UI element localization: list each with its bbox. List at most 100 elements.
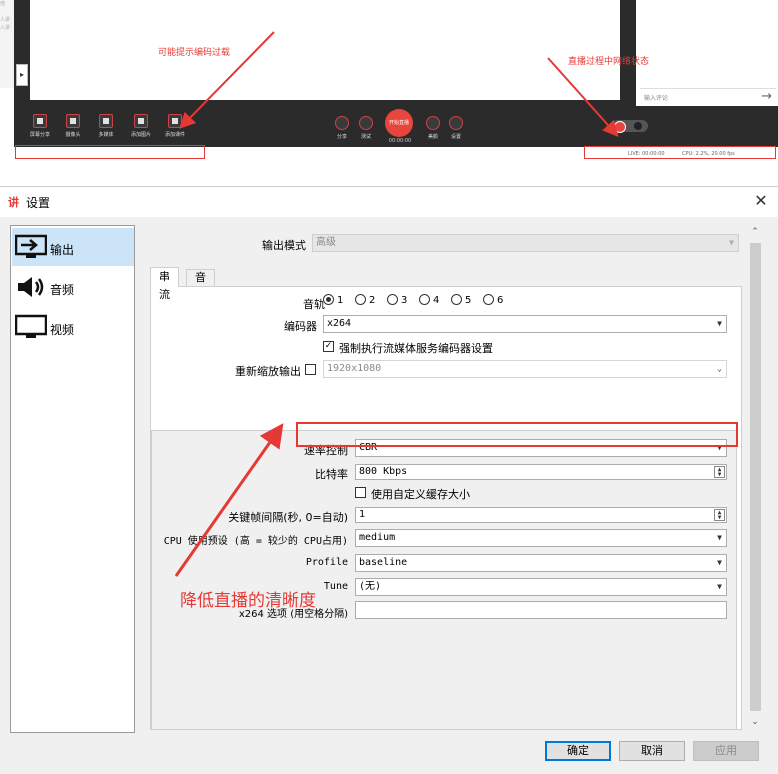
keyframe-label: 关键帧间隔(秒, 0=自动) (228, 511, 348, 524)
video-preview (30, 0, 620, 100)
settings-button[interactable]: 设置 (445, 116, 467, 140)
x264-options-input[interactable] (355, 601, 727, 619)
tool-camera[interactable]: 摄像头 (58, 114, 88, 138)
tool-label: 摄像头 (65, 132, 81, 138)
custom-buffer-checkbox[interactable] (355, 487, 366, 498)
profile-value: baseline (359, 557, 408, 568)
rescale-select[interactable]: 1920x1080 ⌄ (323, 360, 727, 378)
cancel-button[interactable]: 取消 (619, 741, 685, 761)
control-label: 分享 (336, 134, 347, 140)
keyframe-input[interactable]: 1 ▲ ▼ (355, 507, 727, 523)
tune-select[interactable]: (无) ▼ (355, 578, 727, 596)
sidebar-item-output[interactable]: 输出 (12, 228, 134, 266)
settings-content: 输出模式 高级 ▼ 串流 音频 音轨 1 2 3 4 5 6 编码器 x264 (136, 225, 746, 733)
cpu-preset-value: medium (359, 532, 396, 543)
streaming-app: 他 人讲 入讲 ▸ 输入评论 → 屏幕分享 摄像头 多媒体 添加图片 添加课件 (0, 0, 778, 162)
audio-track-radio-1[interactable]: 1 (323, 293, 344, 308)
vertical-scrollbar[interactable]: ⌃ ⌄ (746, 225, 764, 733)
settings-dialog: 讲 设置 ✕ 输出 音频 视频 输出模式 高级 ▼ 串流 音 音轨 1 2 3 … (0, 186, 778, 774)
chevron-down-icon: ⌄ (717, 364, 722, 373)
tool-add-image[interactable]: 添加图片 (126, 114, 156, 138)
encode-warning-highlight (15, 145, 205, 159)
audio-track-radio-3[interactable]: 3 (387, 293, 408, 308)
expand-left-button[interactable]: ▸ (16, 64, 28, 86)
enforce-encoder-label: 强制执行流媒体服务编码器设置 (339, 342, 493, 355)
start-live-button[interactable]: 开始直播 (385, 109, 413, 137)
test-icon (359, 116, 373, 130)
rescale-checkbox[interactable] (305, 364, 316, 375)
audio-track-radio-2[interactable]: 2 (355, 293, 376, 308)
sidebar-item-label: 输出 (50, 243, 75, 257)
annotation-network-status: 直播过程中网络状态 (568, 57, 650, 67)
tool-label: 添加课件 (164, 132, 185, 138)
comment-placeholder: 输入评论 (644, 95, 669, 102)
bitrate-value: 800 Kbps (359, 466, 408, 477)
chevron-up-icon[interactable]: ⌃ (746, 227, 764, 241)
comment-input[interactable]: 输入评论 → (640, 88, 776, 106)
radio-label: 1 (337, 295, 344, 306)
sidebar-item-label: 视频 (50, 323, 75, 337)
encoder-settings-group: 速率控制 CBR ▼ 比特率 800 Kbps ▲ ▼ 使用自定义缓存大小 关键帧… (151, 430, 737, 730)
radio-selected (323, 293, 334, 305)
audio-track-radio-6[interactable]: 6 (483, 293, 504, 308)
bitrate-highlight (296, 422, 738, 447)
encoder-select[interactable]: x264 ▼ (323, 315, 727, 333)
cpu-preset-label: CPU 使用预设 (高 = 较少的 CPU占用) (163, 536, 348, 547)
chevron-down-icon: ▼ (717, 558, 722, 567)
profile-select[interactable]: baseline ▼ (355, 554, 727, 572)
left-chat-edge: 他 人讲 入讲 (0, 0, 14, 88)
tool-label: 屏幕分享 (29, 132, 50, 138)
share-button[interactable]: 分享 (331, 116, 353, 140)
radio-unselected (451, 293, 462, 305)
tab-streaming[interactable]: 串流 (150, 267, 179, 301)
chevron-down-icon[interactable]: ⌄ (746, 717, 764, 731)
camera-icon (66, 114, 80, 128)
output-mode-select[interactable]: 高级 ▼ (312, 234, 739, 252)
radio-label: 3 (401, 295, 408, 306)
tab-audio[interactable]: 音频 (186, 269, 215, 300)
speaker-icon (18, 277, 44, 297)
tool-screen-share[interactable]: 屏幕分享 (25, 114, 55, 138)
beauty-button[interactable]: 美颜 (422, 116, 444, 140)
sidebar-item-video[interactable]: 视频 (12, 308, 134, 346)
close-button[interactable]: ✕ (750, 190, 772, 212)
enforce-encoder-checkbox[interactable]: ✓ (323, 341, 334, 352)
tool-add-courseware[interactable]: 添加课件 (160, 114, 190, 138)
live-timer: 00:00:00 (388, 138, 412, 144)
ok-button[interactable]: 确定 (545, 741, 611, 761)
radio-label: 5 (465, 295, 472, 306)
record-toggle[interactable] (612, 120, 648, 133)
radio-label: 6 (497, 295, 504, 306)
custom-buffer-label: 使用自定义缓存大小 (371, 488, 470, 501)
radio-unselected (387, 293, 398, 305)
radio-unselected (483, 293, 494, 305)
bitrate-input[interactable]: 800 Kbps ▲ ▼ (355, 464, 727, 480)
apply-button[interactable]: 应用 (693, 741, 759, 761)
tool-label: 添加图片 (130, 132, 151, 138)
scrollbar-thumb[interactable] (750, 243, 761, 711)
audio-track-radio-4[interactable]: 4 (419, 293, 439, 308)
tool-label: 多媒体 (98, 132, 114, 138)
app-logo: 讲 (8, 196, 19, 209)
audio-track-radio-5[interactable]: 5 (451, 293, 472, 308)
spin-arrows-icon[interactable]: ▲ ▼ (714, 466, 725, 478)
cpu-preset-select[interactable]: medium ▼ (355, 529, 727, 547)
encoder-label: 编码器 (284, 320, 317, 333)
annotation-encode-overload: 可能提示编码过载 (158, 48, 231, 58)
monitor-icon (15, 314, 47, 338)
streaming-panel: 音轨 1 2 3 4 5 6 编码器 x264 ▼ ✓ 强制执行流媒体服务编码器… (150, 286, 742, 730)
radio-label: 2 (369, 295, 376, 306)
radio-unselected (355, 293, 366, 305)
share-icon (335, 116, 349, 130)
control-label: 设置 (450, 134, 461, 140)
encoder-value: x264 (327, 318, 352, 329)
output-monitor-icon (15, 234, 47, 258)
tool-media[interactable]: 多媒体 (91, 114, 121, 138)
sidebar-item-audio[interactable]: 音频 (12, 268, 134, 306)
test-button[interactable]: 测试 (355, 116, 377, 140)
beauty-icon (426, 116, 440, 130)
send-arrow-icon[interactable]: → (761, 89, 772, 104)
settings-sidebar: 输出 音频 视频 (10, 225, 135, 733)
spin-arrows-icon[interactable]: ▲ ▼ (714, 509, 725, 521)
audio-track-label: 音轨 (303, 298, 325, 311)
